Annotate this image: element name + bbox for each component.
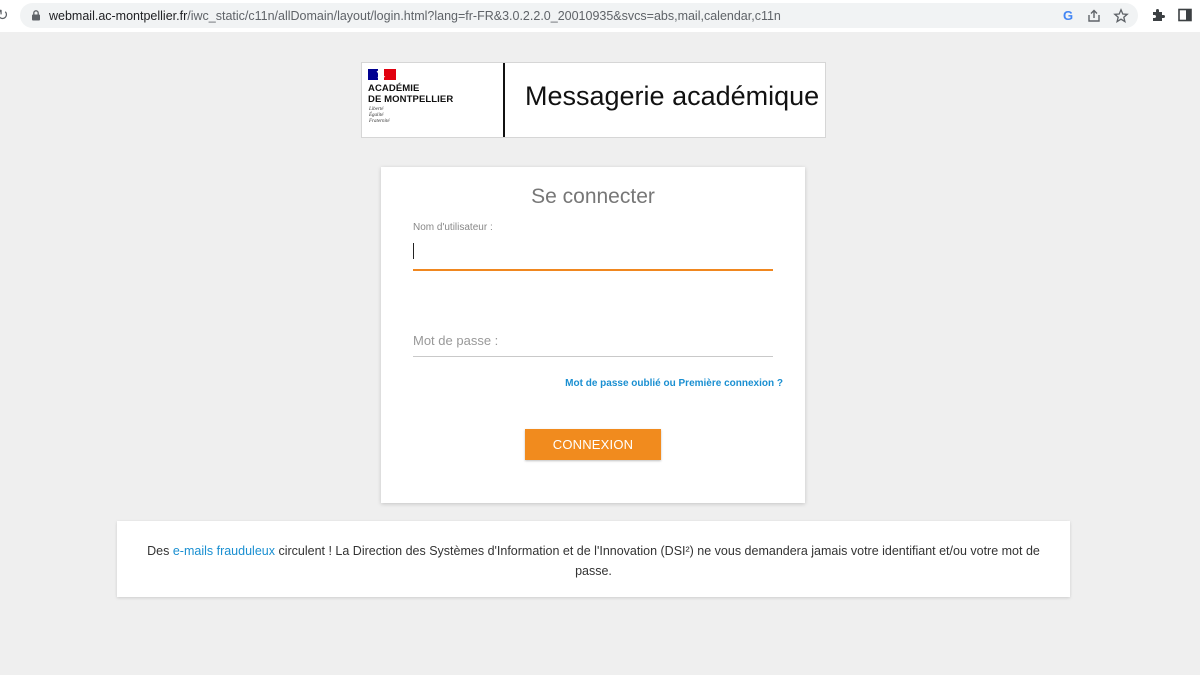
fraud-warning-banner: Des e-mails frauduleux circulent ! La Di… [117, 521, 1070, 597]
header-divider [503, 63, 505, 137]
password-input[interactable] [413, 325, 773, 357]
address-bar[interactable]: webmail.ac-montpellier.fr/iwc_static/c11… [20, 3, 1138, 28]
lock-icon[interactable] [31, 10, 41, 21]
share-icon[interactable] [1086, 8, 1102, 24]
header-banner: ACADÉMIE DE MONTPELLIER Liberté Égalité … [361, 62, 826, 138]
google-icon[interactable]: G [1060, 8, 1076, 24]
warning-suffix: circulent ! La Direction des Systèmes d'… [274, 544, 1040, 578]
username-input[interactable] [413, 239, 773, 271]
extensions-icon[interactable] [1150, 7, 1166, 23]
url-domain: webmail.ac-montpellier.fr [49, 9, 188, 23]
reload-icon[interactable]: ↻ [0, 6, 9, 24]
username-label: Nom d'utilisateur : [413, 222, 493, 233]
marianne-flag-icon [368, 69, 396, 80]
login-card: Se connecter Nom d'utilisateur : Mot de … [381, 167, 805, 503]
page-title: Messagerie académique [525, 81, 820, 111]
warning-text: Des e-mails frauduleux circulent ! La Di… [137, 541, 1050, 581]
connexion-button[interactable]: CONNEXION [525, 429, 661, 460]
star-icon[interactable] [1113, 8, 1129, 24]
motto-liberte: Liberté [369, 107, 384, 112]
url-text[interactable]: webmail.ac-montpellier.fr/iwc_static/c11… [49, 9, 781, 23]
warning-prefix: Des [147, 544, 173, 558]
logo-line-2: DE MONTPELLIER [368, 94, 454, 105]
url-path: /iwc_static/c11n/allDomain/layout/login.… [187, 9, 781, 23]
browser-toolbar: ↻ webmail.ac-montpellier.fr/iwc_static/c… [0, 0, 1200, 32]
text-caret [413, 243, 414, 259]
motto-fraternite: Fraternité [369, 119, 390, 124]
logo-line-1: ACADÉMIE [368, 83, 420, 94]
login-title: Se connecter [531, 185, 655, 208]
motto-egalite: Égalité [369, 113, 384, 118]
fraud-emails-link[interactable]: e-mails frauduleux [173, 544, 275, 558]
forgot-password-link[interactable]: Mot de passe oublié ou Première connexio… [565, 378, 783, 389]
sidepanel-icon[interactable] [1177, 7, 1193, 23]
academy-logo: ACADÉMIE DE MONTPELLIER Liberté Égalité … [362, 63, 503, 137]
